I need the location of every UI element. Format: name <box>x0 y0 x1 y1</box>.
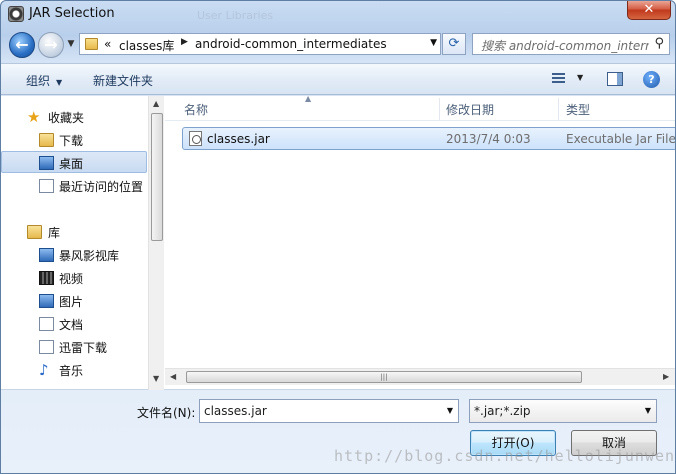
nav-item-label: 最近访问的位置 <box>59 180 144 194</box>
history-dropdown-icon[interactable]: ▼ <box>65 39 77 51</box>
filetype-select[interactable]: *.jar;*.zip ▼ <box>469 399 657 423</box>
nav-item-label: 迅雷下载 <box>59 341 108 355</box>
nav-item-label: 暴风影视库 <box>59 249 120 263</box>
nav-item-pictures[interactable]: 图片 <box>1 290 147 312</box>
thunder-download-icon <box>39 340 54 354</box>
nav-scrollbar[interactable]: ▲ ▼ <box>148 96 164 390</box>
address-dropdown-icon[interactable]: ▼ <box>430 38 437 48</box>
nav-item-label: 下载 <box>59 134 84 148</box>
video-icon <box>39 271 54 285</box>
column-modified[interactable]: 修改日期 <box>446 101 494 118</box>
view-dropdown-icon[interactable]: ▼ <box>577 73 583 82</box>
window-title: JAR Selection <box>29 6 115 21</box>
background-window-title: User Libraries <box>197 9 274 22</box>
nav-item-libraries[interactable]: 库 <box>1 221 147 243</box>
command-toolbar: 组织 ▼ 新建文件夹 ▼ ? <box>1 63 675 95</box>
navigation-pane: ★ 收藏夹 下载 桌面 最近访问的位置 库 暴风影视库 视频 图片 文档 迅雷下… <box>1 96 164 390</box>
library-icon <box>27 225 42 239</box>
search-box[interactable]: 搜索 android-common_intermediates ⚲ <box>472 33 670 55</box>
breadcrumb-android-common[interactable]: android-common_intermediates <box>195 37 387 51</box>
watermark: http://blog.csdn.net/hellolijunwen <box>334 447 676 465</box>
file-scroll-thumb[interactable]: ||| <box>186 371 582 383</box>
close-button[interactable]: ✕ <box>627 1 671 20</box>
help-icon[interactable]: ? <box>643 71 660 88</box>
nav-item-label: 视频 <box>59 272 84 286</box>
refresh-button[interactable]: ⟳ <box>442 33 466 55</box>
organize-label: 组织 <box>26 74 51 88</box>
scroll-down-icon[interactable]: ▼ <box>153 374 159 383</box>
back-button[interactable]: ← <box>9 32 35 58</box>
forward-button[interactable]: → <box>38 32 64 58</box>
nav-item-label: 库 <box>48 226 61 240</box>
music-icon: ♪ <box>39 361 49 379</box>
nav-item-recent-places[interactable]: 最近访问的位置 <box>1 175 147 197</box>
nav-item-label: 图片 <box>59 295 84 309</box>
nav-item-label: 收藏夹 <box>48 111 85 125</box>
search-icon[interactable]: ⚲ <box>654 36 664 51</box>
column-name[interactable]: 名称 <box>184 101 208 118</box>
filename-label: 文件名(N): <box>137 406 196 420</box>
nav-item-downloads[interactable]: 下载 <box>1 129 147 151</box>
nav-item-video-library[interactable]: 暴风影视库 <box>1 244 147 266</box>
title-bar: JAR Selection User Libraries ✕ <box>1 1 675 27</box>
file-hscrollbar[interactable]: ◀ ||| ▶ <box>165 368 675 385</box>
breadcrumb-overflow[interactable]: « <box>104 37 111 51</box>
documents-icon <box>39 317 54 331</box>
nav-item-music[interactable]: ♪ 音乐 <box>1 359 147 381</box>
scroll-up-icon[interactable]: ▲ <box>153 99 159 108</box>
breadcrumb-separator-icon[interactable]: ▶ <box>181 37 188 47</box>
back-arrow-icon: ← <box>15 35 29 54</box>
file-name: classes.jar <box>207 132 270 146</box>
file-modified: 2013/7/4 0:03 <box>446 132 531 146</box>
download-folder-icon <box>39 133 54 147</box>
recent-places-icon <box>39 179 54 193</box>
jar-file-icon <box>189 131 202 146</box>
breadcrumb-classes-lib[interactable]: classes库 <box>119 37 174 54</box>
filetype-value: *.jar;*.zip <box>474 404 531 418</box>
desktop-icon <box>39 156 54 170</box>
column-header: ▲ 名称 修改日期 类型 <box>165 94 675 121</box>
nav-item-desktop[interactable]: 桌面 <box>1 151 147 173</box>
column-divider[interactable] <box>558 98 559 120</box>
nav-item-documents[interactable]: 文档 <box>1 313 147 335</box>
file-type: Executable Jar File <box>566 132 676 146</box>
nav-item-thunder-downloads[interactable]: 迅雷下载 <box>1 336 147 358</box>
file-list: ▲ 名称 修改日期 类型 classes.jar 2013/7/4 0:03 E… <box>165 94 676 390</box>
chevron-down-icon: ▼ <box>56 78 63 87</box>
search-input[interactable]: 搜索 android-common_intermediates <box>481 37 649 54</box>
navigation-row: ← → ▼ « classes库 ▶ android-common_interm… <box>1 29 675 61</box>
nav-item-label: 文档 <box>59 318 84 332</box>
app-icon <box>8 6 24 22</box>
chevron-down-icon: ▼ <box>644 406 651 415</box>
chevron-down-icon[interactable]: ▼ <box>447 406 453 415</box>
nav-scroll-thumb[interactable] <box>151 113 163 241</box>
refresh-icon: ⟳ <box>448 36 460 51</box>
organize-menu[interactable]: 组织 ▼ <box>26 72 62 89</box>
nav-item-videos[interactable]: 视频 <box>1 267 147 289</box>
nav-item-label: 桌面 <box>59 157 84 171</box>
jar-selection-dialog: JAR Selection User Libraries ✕ ← → ▼ « c… <box>0 0 676 474</box>
column-type[interactable]: 类型 <box>566 101 590 118</box>
video-library-icon <box>39 248 54 262</box>
folder-icon <box>85 38 98 50</box>
filename-input[interactable]: classes.jar ▼ <box>199 399 459 423</box>
content-area: ★ 收藏夹 下载 桌面 最近访问的位置 库 暴风影视库 视频 图片 文档 迅雷下… <box>1 94 676 390</box>
scroll-right-icon[interactable]: ▶ <box>663 372 669 381</box>
view-options-icon[interactable] <box>552 73 567 85</box>
nav-item-favorites[interactable]: ★ 收藏夹 <box>1 106 147 128</box>
forward-arrow-icon: → <box>44 35 58 54</box>
preview-pane-icon[interactable] <box>607 72 623 86</box>
new-folder-button[interactable]: 新建文件夹 <box>93 72 153 89</box>
star-icon: ★ <box>27 108 41 126</box>
sort-ascending-icon: ▲ <box>305 94 312 103</box>
scroll-left-icon[interactable]: ◀ <box>170 372 176 381</box>
filename-value: classes.jar <box>204 404 267 418</box>
file-row[interactable]: classes.jar 2013/7/4 0:03 Executable Jar… <box>182 127 676 150</box>
address-bar[interactable]: « classes库 ▶ android-common_intermediate… <box>79 33 441 55</box>
pictures-icon <box>39 294 54 308</box>
column-divider[interactable] <box>439 98 440 120</box>
nav-item-label: 音乐 <box>59 364 84 378</box>
